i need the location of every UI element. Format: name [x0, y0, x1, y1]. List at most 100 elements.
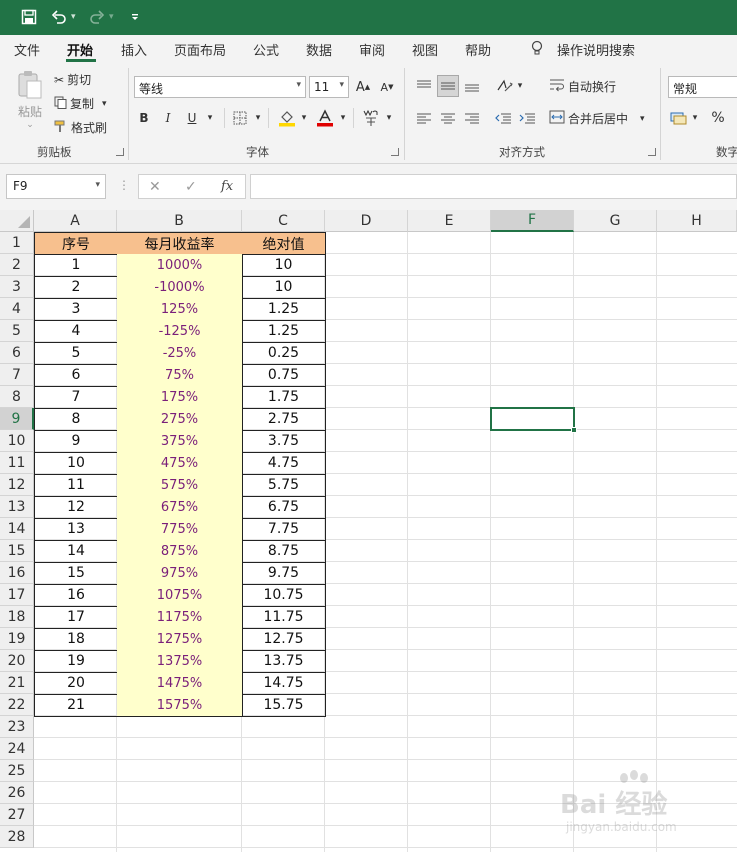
clipboard-launcher-icon[interactable]	[116, 148, 124, 156]
font-color-button[interactable]	[315, 108, 335, 128]
table-cell[interactable]: 10	[242, 254, 326, 277]
column-header-b[interactable]: B	[117, 210, 242, 232]
tab-file[interactable]: 文件	[14, 40, 40, 59]
table-cell[interactable]: 0.25	[242, 342, 326, 365]
row-header-10[interactable]: 10	[0, 430, 34, 452]
table-cell[interactable]: 375%	[117, 430, 243, 453]
insert-function-icon[interactable]: fx	[221, 179, 233, 194]
merge-center-button[interactable]: 合并后居中 ▾	[549, 110, 645, 127]
table-cell[interactable]: 675%	[117, 496, 243, 519]
align-center-button[interactable]	[438, 108, 458, 128]
table-cell[interactable]: 17	[34, 606, 118, 629]
row-header-7[interactable]: 7	[0, 364, 34, 386]
copy-button[interactable]: 复制 ▾	[54, 95, 107, 112]
font-launcher-icon[interactable]	[391, 148, 399, 156]
tab-insert[interactable]: 插入	[121, 40, 147, 59]
column-header-e[interactable]: E	[408, 210, 491, 232]
table-cell[interactable]: 5.75	[242, 474, 326, 497]
table-cell[interactable]: -125%	[117, 320, 243, 343]
row-header-28[interactable]: 28	[0, 826, 34, 848]
table-cell[interactable]: 4	[34, 320, 118, 343]
orientation-dropdown-icon[interactable]: ▾	[515, 78, 525, 94]
table-header-cell[interactable]: 每月收益率	[117, 232, 243, 255]
formula-input[interactable]	[250, 174, 737, 199]
table-cell[interactable]: 9.75	[242, 562, 326, 585]
table-cell[interactable]: 575%	[117, 474, 243, 497]
row-header-12[interactable]: 12	[0, 474, 34, 496]
table-cell[interactable]: 775%	[117, 518, 243, 541]
tab-view[interactable]: 视图	[412, 40, 438, 59]
table-cell[interactable]: 15.75	[242, 694, 326, 717]
tab-help[interactable]: 帮助	[465, 40, 491, 59]
cut-button[interactable]: ✂ 剪切	[54, 71, 91, 88]
row-header-13[interactable]: 13	[0, 496, 34, 518]
row-header-4[interactable]: 4	[0, 298, 34, 320]
row-header-1[interactable]: 1	[0, 232, 34, 254]
fill-color-dropdown-icon[interactable]: ▾	[298, 110, 310, 126]
table-cell[interactable]: 12.75	[242, 628, 326, 651]
table-cell[interactable]: 15	[34, 562, 118, 585]
tab-review[interactable]: 审阅	[359, 40, 385, 59]
save-icon[interactable]	[18, 6, 40, 28]
table-cell[interactable]: 8.75	[242, 540, 326, 563]
table-cell[interactable]: 1075%	[117, 584, 243, 607]
number-format-select[interactable]: 常规	[668, 76, 737, 98]
align-bottom-button[interactable]	[462, 76, 482, 96]
table-cell[interactable]: 0.75	[242, 364, 326, 387]
formula-bar-grip-icon[interactable]: ⋮	[118, 178, 130, 192]
table-cell[interactable]: -1000%	[117, 276, 243, 299]
table-cell[interactable]: 16	[34, 584, 118, 607]
row-header-22[interactable]: 22	[0, 694, 34, 716]
fill-color-button[interactable]	[277, 108, 297, 128]
worksheet-grid[interactable]: ABCDEFGH 1 2 3 4 5 6 7 8 9 10 11 12 13 14 15 16 17 18 19 20…	[0, 210, 737, 852]
table-cell[interactable]: 1.25	[242, 298, 326, 321]
table-header-cell[interactable]: 绝对值	[242, 232, 326, 255]
name-box[interactable]: F9 ▾	[6, 174, 106, 199]
table-cell[interactable]: 1175%	[117, 606, 243, 629]
row-header-5[interactable]: 5	[0, 320, 34, 342]
column-header-a[interactable]: A	[34, 210, 117, 232]
row-header-26[interactable]: 26	[0, 782, 34, 804]
column-header-h[interactable]: H	[657, 210, 737, 232]
table-cell[interactable]: 1.75	[242, 386, 326, 409]
font-color-dropdown-icon[interactable]: ▾	[337, 110, 349, 126]
select-all-button[interactable]	[0, 210, 34, 232]
table-cell[interactable]: 4.75	[242, 452, 326, 475]
undo-icon[interactable]	[48, 6, 70, 28]
tab-page-layout[interactable]: 页面布局	[174, 40, 226, 59]
phonetic-guide-button[interactable]	[361, 106, 381, 128]
table-cell[interactable]: 6.75	[242, 496, 326, 519]
table-cell[interactable]: 2	[34, 276, 118, 299]
table-cell[interactable]: 14	[34, 540, 118, 563]
table-cell[interactable]: 875%	[117, 540, 243, 563]
customize-qat-icon[interactable]	[124, 6, 146, 28]
table-cell[interactable]: 175%	[117, 386, 243, 409]
row-header-11[interactable]: 11	[0, 452, 34, 474]
font-size-select[interactable]: 11 ▾	[309, 76, 349, 98]
row-header-9[interactable]: 9	[0, 408, 34, 430]
table-cell[interactable]: 1	[34, 254, 118, 277]
grow-font-button[interactable]: A ▲	[355, 78, 371, 96]
table-cell[interactable]: 475%	[117, 452, 243, 475]
column-header-f[interactable]: F	[491, 210, 574, 232]
table-cell[interactable]: 10	[34, 452, 118, 475]
table-cell[interactable]: 12	[34, 496, 118, 519]
table-cell[interactable]: 3.75	[242, 430, 326, 453]
table-cell[interactable]: 8	[34, 408, 118, 431]
align-middle-button[interactable]	[437, 75, 459, 97]
row-header-23[interactable]: 23	[0, 716, 34, 738]
table-cell[interactable]: 75%	[117, 364, 243, 387]
redo-dropdown-icon[interactable]: ▾	[109, 12, 114, 22]
row-header-17[interactable]: 17	[0, 584, 34, 606]
row-header-21[interactable]: 21	[0, 672, 34, 694]
row-header-19[interactable]: 19	[0, 628, 34, 650]
row-header-16[interactable]: 16	[0, 562, 34, 584]
accounting-dropdown-icon[interactable]: ▾	[690, 110, 700, 126]
shrink-font-button[interactable]: A ▼	[379, 78, 395, 96]
undo-dropdown-icon[interactable]: ▾	[71, 12, 76, 22]
row-header-18[interactable]: 18	[0, 606, 34, 628]
table-cell[interactable]: 1.25	[242, 320, 326, 343]
decrease-indent-button[interactable]	[493, 108, 513, 128]
table-cell[interactable]: 11.75	[242, 606, 326, 629]
format-painter-button[interactable]: 格式刷	[54, 119, 107, 136]
